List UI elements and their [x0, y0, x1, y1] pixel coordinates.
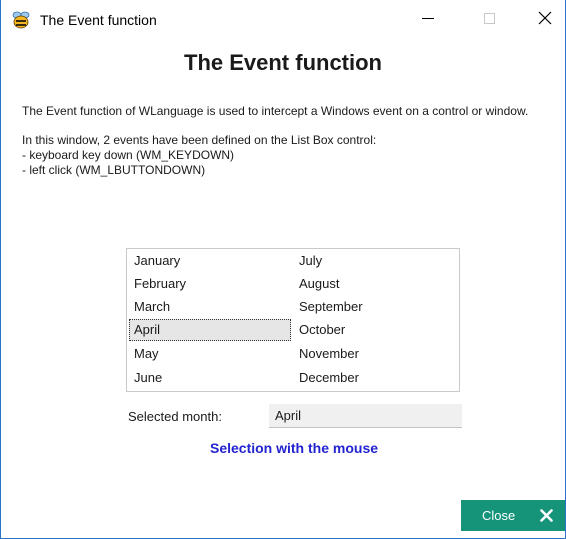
close-button-label: Close — [482, 508, 516, 523]
window-close-button[interactable] — [522, 0, 566, 36]
page-title: The Event function — [184, 50, 382, 75]
minimize-icon — [422, 18, 434, 19]
description-line-1: The Event function of WLanguage is used … — [22, 104, 529, 118]
x-icon — [540, 509, 553, 522]
maximize-icon — [483, 12, 495, 24]
description-line-3: - keyboard key down (WM_KEYDOWN) — [22, 148, 235, 162]
list-item[interactable]: December — [294, 367, 456, 389]
selected-month-field: April — [269, 404, 462, 428]
list-item[interactable]: January — [129, 250, 291, 272]
list-item[interactable]: August — [294, 273, 456, 295]
description-line-2: In this window, 2 events have been defin… — [22, 133, 377, 147]
window-title: The Event function — [40, 12, 157, 28]
list-item[interactable]: March — [129, 296, 291, 318]
selected-month-label: Selected month: — [128, 409, 222, 424]
list-item[interactable]: July — [294, 250, 456, 272]
description-text: The Event function of WLanguage is used … — [22, 104, 562, 178]
list-item[interactable]: February — [129, 273, 291, 295]
windev-bee-icon — [11, 11, 31, 29]
description-line-4: - left click (WM_LBUTTONDOWN) — [22, 163, 206, 177]
month-list-box[interactable]: January February March April May June Ju… — [126, 248, 460, 392]
maximize-button[interactable] — [466, 0, 512, 36]
event-function-window: The Event function The Event function Th… — [0, 0, 566, 539]
selection-message: Selection with the mouse — [209, 440, 379, 456]
close-button[interactable]: Close — [461, 500, 565, 531]
list-item-selected[interactable]: April — [129, 319, 291, 341]
list-item[interactable]: May — [129, 343, 291, 365]
title-bar[interactable]: The Event function — [1, 0, 565, 36]
close-icon — [538, 11, 552, 25]
minimize-button[interactable] — [405, 0, 451, 36]
list-item[interactable]: November — [294, 343, 456, 365]
list-item[interactable]: October — [294, 319, 456, 341]
list-item[interactable]: September — [294, 296, 456, 318]
list-item[interactable]: June — [129, 367, 291, 389]
